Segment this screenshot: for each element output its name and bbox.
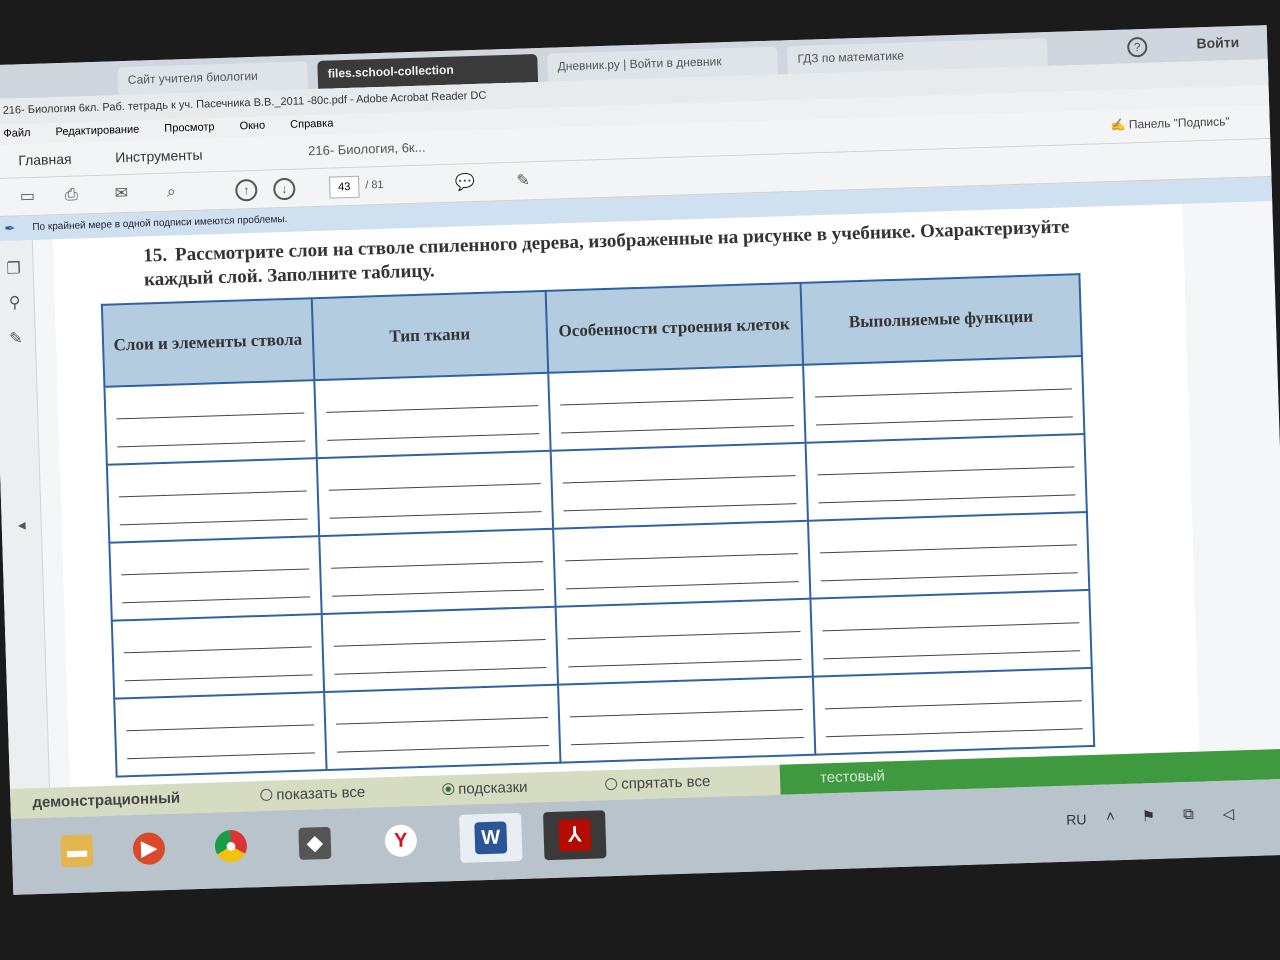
taskbar-word[interactable]: W xyxy=(459,812,523,863)
flag-icon[interactable]: ⚑ xyxy=(1137,807,1160,828)
menu-file[interactable]: Файл xyxy=(3,127,30,140)
answer-cell[interactable] xyxy=(114,692,327,777)
tab-tools[interactable]: Инструменты xyxy=(115,147,203,166)
photographed-screen: Сайт учителя биологии files.school-colle… xyxy=(0,25,1280,895)
menu-view[interactable]: Просмотр xyxy=(164,121,215,135)
answer-cell[interactable] xyxy=(318,528,556,615)
word-icon: W xyxy=(474,821,508,855)
answer-cell[interactable] xyxy=(553,520,810,607)
pdf-page: 15. Рассмотрите слои на стволе спиленного… xyxy=(52,203,1201,818)
sign-panel-label: Панель "Подпись" xyxy=(1128,114,1230,132)
test-mode-label: тестовый xyxy=(819,767,886,787)
login-link[interactable]: Войти xyxy=(1196,34,1239,51)
hints-label: подсказки xyxy=(457,778,528,798)
answer-cell[interactable] xyxy=(321,606,559,693)
network-icon[interactable]: ⧉ xyxy=(1177,806,1200,827)
acrobat-icon: ⅄ xyxy=(558,818,592,852)
column-header: Особенности строения клеток xyxy=(545,282,803,373)
folder-icon: ▬ xyxy=(60,834,94,868)
acrobat-window: 216- Биология 6кл. Раб. тетрадь к уч. Па… xyxy=(0,59,1280,819)
search-icon[interactable]: ⌕ xyxy=(159,181,184,204)
hide-all-option[interactable]: спрятать все xyxy=(604,772,711,793)
answer-cell[interactable] xyxy=(548,364,806,451)
answer-cell[interactable] xyxy=(812,667,1095,755)
signature-icon: ✍ xyxy=(1110,117,1126,133)
column-header: Слои и элементы ствола xyxy=(101,298,314,387)
language-indicator[interactable]: RU xyxy=(1066,811,1087,828)
taskbar-explorer[interactable]: ▬ xyxy=(45,826,108,876)
menu-help[interactable]: Справка xyxy=(290,117,334,130)
tab-home[interactable]: Главная xyxy=(18,151,72,169)
page-down-icon[interactable]: ↓ xyxy=(272,177,296,201)
chevron-up-icon[interactable]: ˄ xyxy=(1099,808,1122,829)
answer-cell[interactable] xyxy=(809,589,1092,677)
column-header: Выполняемые функции xyxy=(800,274,1082,365)
answer-cell[interactable] xyxy=(805,434,1087,521)
attachment-icon[interactable]: ⚲ xyxy=(4,292,25,313)
show-all-option[interactable]: показать все xyxy=(260,784,365,804)
collapse-arrow-icon[interactable]: ◀ xyxy=(12,520,33,541)
answer-cell[interactable] xyxy=(313,372,551,459)
radio-icon xyxy=(604,777,618,791)
taskbar-media-player[interactable]: ▶ xyxy=(117,824,180,874)
volume-icon[interactable]: ◁ xyxy=(1217,804,1240,825)
demo-mode-tab[interactable]: демонстрационный xyxy=(32,790,180,812)
pages-icon[interactable]: ❐ xyxy=(3,258,24,279)
answer-cell[interactable] xyxy=(807,511,1090,599)
worksheet-table: Слои и элементы ствола Тип ткани Особенн… xyxy=(101,273,1095,778)
answer-cell[interactable] xyxy=(555,598,813,685)
signature-icon[interactable]: ✎ xyxy=(6,328,27,349)
answer-cell[interactable] xyxy=(104,380,317,465)
shield-icon: ◆ xyxy=(298,826,332,860)
taskbar-yandex[interactable]: Y xyxy=(369,816,432,866)
answer-cell[interactable] xyxy=(323,684,561,771)
taskbar-defender[interactable]: ◆ xyxy=(283,818,346,868)
taskbar-acrobat[interactable]: ⅄ xyxy=(543,810,607,861)
answer-cell[interactable] xyxy=(802,356,1085,443)
tab-document[interactable]: 216- Биология, 6к... xyxy=(308,140,426,159)
print-icon[interactable]: ⎙ xyxy=(59,184,84,207)
comment-icon[interactable]: 💬 xyxy=(453,172,478,195)
answer-cell[interactable] xyxy=(109,536,322,621)
pen-icon[interactable]: ✎ xyxy=(511,170,536,193)
hide-all-label: спрятать все xyxy=(620,772,711,793)
show-all-label: показать все xyxy=(276,783,366,804)
page-up-icon[interactable]: ↑ xyxy=(234,178,258,202)
answer-cell[interactable] xyxy=(558,676,815,763)
sign-panel-button[interactable]: ✍ Панель "Подпись" xyxy=(1110,114,1229,132)
answer-cell[interactable] xyxy=(550,442,808,529)
menu-edit[interactable]: Редактирование xyxy=(55,124,139,139)
radio-icon xyxy=(260,788,273,802)
signature-warning-icon: ✒ xyxy=(4,220,16,236)
column-header: Тип ткани xyxy=(311,290,549,381)
answer-cell[interactable] xyxy=(106,458,319,543)
page-total: / 81 xyxy=(365,178,384,192)
yandex-icon: Y xyxy=(384,824,418,858)
media-player-icon: ▶ xyxy=(132,832,166,866)
page-number-input[interactable]: 43 xyxy=(328,175,360,199)
menu-window[interactable]: Окно xyxy=(239,120,265,133)
save-icon[interactable]: ▭ xyxy=(15,186,40,209)
answer-cell[interactable] xyxy=(111,614,324,699)
email-icon[interactable]: ✉ xyxy=(109,183,134,206)
side-panel: ❐ ⚲ ✎ ◀ xyxy=(0,239,51,819)
hints-option[interactable]: подсказки xyxy=(442,779,528,799)
taskbar-chrome[interactable]: ● xyxy=(199,821,262,871)
chrome-icon: ● xyxy=(214,829,248,863)
radio-checked-icon xyxy=(442,783,455,796)
answer-cell[interactable] xyxy=(316,450,554,537)
signature-warning-text: По крайней мере в одной подписи имеются … xyxy=(32,213,288,233)
task-number: 15. xyxy=(143,244,168,267)
help-icon[interactable]: ? xyxy=(1126,36,1148,58)
